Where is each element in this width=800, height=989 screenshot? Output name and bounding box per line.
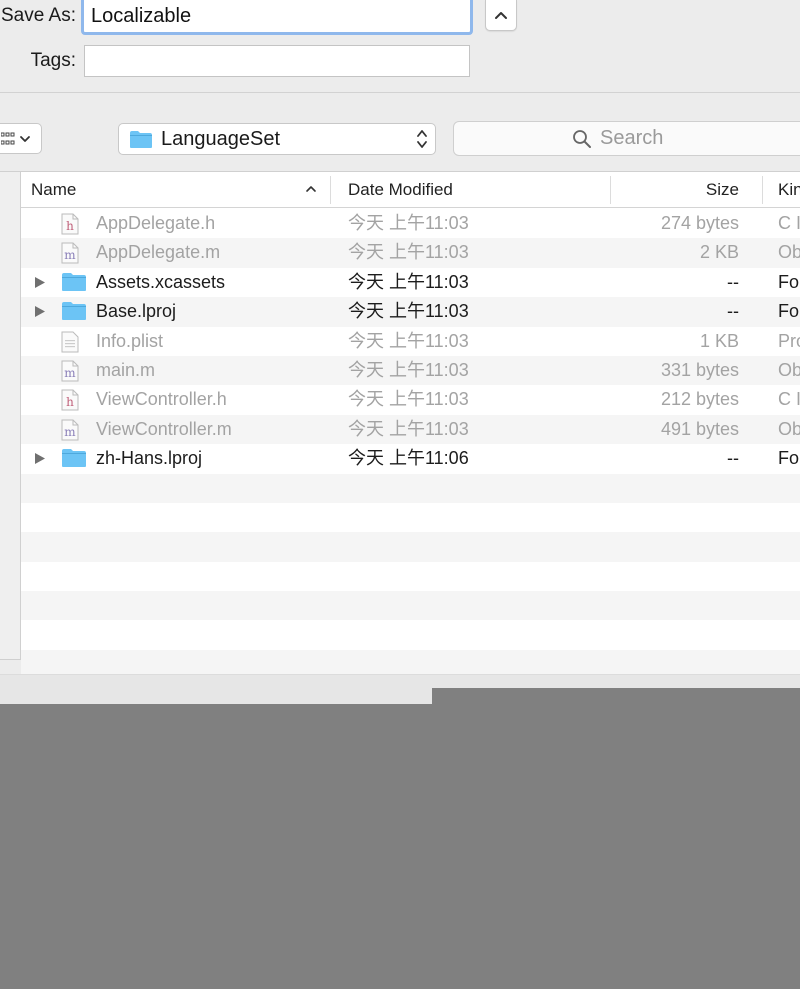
divider — [0, 92, 800, 93]
file-name: Info.plist — [96, 330, 164, 351]
file-size: -- — [727, 301, 739, 322]
column-date-header[interactable]: Date Modified — [348, 172, 453, 208]
file-date: 今天 上午11:03 — [348, 330, 469, 351]
file-name: AppDelegate.m — [96, 242, 221, 263]
empty-row — [21, 562, 800, 591]
table-row: h ViewController.h 今天 上午11:03 212 bytes C I — [21, 385, 800, 414]
file-date: 今天 上午11:03 — [348, 359, 469, 380]
tags-input[interactable] — [84, 45, 470, 77]
file-size: 1 KB — [699, 330, 739, 351]
file-browser: Name Date Modified Size Kin h AppDelegate… — [0, 171, 800, 680]
file-kind: Ob — [778, 418, 800, 439]
column-name-header[interactable]: Name — [31, 172, 76, 208]
table-row: h AppDelegate.h 今天 上午11:03 274 bytes C I — [21, 209, 800, 238]
file-kind: Ob — [778, 359, 800, 380]
table-row: m ViewController.m 今天 上午11:03 491 bytes Ob — [21, 414, 800, 445]
view-mode-button[interactable] — [0, 123, 42, 154]
file-name: zh-Hans.lproj — [96, 448, 203, 469]
h-file-icon: h — [61, 389, 79, 411]
file-name: AppDelegate.h — [96, 213, 216, 233]
column-kind-header[interactable]: Kin — [778, 172, 800, 208]
file-size: 2 KB — [699, 242, 739, 263]
column-divider — [762, 176, 763, 204]
empty-row — [21, 473, 800, 503]
plist-file-icon — [61, 331, 79, 353]
sidebar-edge — [0, 172, 21, 659]
file-kind: Fo — [778, 301, 800, 322]
file-kind: C I — [778, 389, 800, 410]
file-date: 今天 上午11:03 — [348, 271, 469, 292]
file-name: ViewController.h — [96, 389, 227, 410]
disclosure-triangle-icon[interactable] — [34, 276, 46, 289]
empty-row — [21, 532, 800, 562]
location-name: LanguageSet — [161, 127, 281, 150]
svg-text:m: m — [64, 366, 76, 380]
svg-text:h: h — [66, 219, 74, 233]
file-name: Base.lproj — [96, 301, 177, 322]
backdrop — [432, 688, 800, 704]
file-kind: Ob — [778, 242, 800, 263]
svg-text:m: m — [64, 248, 76, 262]
column-divider — [330, 176, 331, 204]
file-kind: Pro — [778, 330, 800, 351]
sort-ascending-icon — [306, 186, 316, 192]
collapse-dialog-button[interactable] — [485, 0, 517, 31]
search-field[interactable]: Search — [453, 121, 800, 156]
up-down-arrows-icon — [417, 130, 427, 148]
file-name: Assets.xcassets — [96, 271, 226, 292]
file-size: 491 bytes — [660, 418, 739, 439]
location-popup[interactable]: LanguageSet — [118, 123, 436, 155]
file-date: 今天 上午11:03 — [348, 301, 469, 322]
search-placeholder: Search — [600, 127, 664, 149]
tags-label: Tags: — [30, 50, 76, 71]
m-file-icon: m — [61, 242, 79, 264]
file-size: 274 bytes — [660, 213, 739, 233]
folder-icon — [62, 449, 86, 468]
file-kind: Fo — [778, 271, 800, 292]
search-icon — [573, 129, 591, 148]
folder-icon — [62, 302, 86, 321]
file-size: 331 bytes — [660, 359, 739, 380]
table-row: Info.plist 今天 上午11:03 1 KB Pro — [21, 327, 800, 356]
disclosure-triangle-icon[interactable] — [34, 452, 46, 465]
chevron-up-icon — [495, 12, 507, 19]
save-dialog: Save As: Tags: LanguageSet — [0, 0, 800, 704]
m-file-icon: m — [61, 419, 79, 441]
table-row: m AppDelegate.m 今天 上午11:03 2 KB Ob — [21, 238, 800, 268]
empty-row — [21, 503, 800, 532]
table-row[interactable]: Base.lproj 今天 上午11:03 -- Fo — [21, 297, 800, 327]
chevron-down-icon — [20, 135, 30, 142]
file-date: 今天 上午11:06 — [348, 448, 469, 469]
file-date: 今天 上午11:03 — [348, 213, 469, 233]
table-row[interactable]: Assets.xcassets 今天 上午11:03 -- Fo — [21, 268, 800, 297]
m-file-icon: m — [61, 360, 79, 382]
svg-text:h: h — [66, 395, 74, 409]
empty-row — [21, 591, 800, 621]
file-size: -- — [727, 271, 739, 292]
file-name: ViewController.m — [96, 418, 232, 439]
column-header: Name Date Modified Size Kin — [21, 172, 800, 208]
column-size-header[interactable]: Size — [611, 172, 739, 208]
table-row[interactable]: zh-Hans.lproj 今天 上午11:06 -- Fo — [21, 444, 800, 473]
file-size: 212 bytes — [660, 389, 739, 410]
h-file-icon: h — [61, 213, 79, 235]
save-as-label: Save As: — [1, 5, 76, 26]
grid-view-icon — [1, 132, 15, 144]
file-date: 今天 上午11:03 — [348, 389, 469, 410]
folder-icon — [62, 272, 86, 291]
file-date: 今天 上午11:03 — [348, 242, 469, 263]
svg-text:m: m — [64, 425, 76, 439]
table-row: m main.m 今天 上午11:03 331 bytes Ob — [21, 355, 800, 386]
disclosure-triangle-icon[interactable] — [34, 305, 46, 318]
folder-icon — [130, 130, 152, 148]
file-size: -- — [727, 448, 739, 469]
save-as-input[interactable] — [81, 0, 473, 35]
file-kind: C I — [778, 213, 800, 233]
empty-row — [21, 620, 800, 649]
file-kind: Fo — [778, 448, 800, 469]
file-name: main.m — [96, 359, 156, 380]
file-date: 今天 上午11:03 — [348, 418, 469, 439]
file-list: h AppDelegate.h 今天 上午11:03 274 bytes C I m App… — [21, 209, 800, 704]
